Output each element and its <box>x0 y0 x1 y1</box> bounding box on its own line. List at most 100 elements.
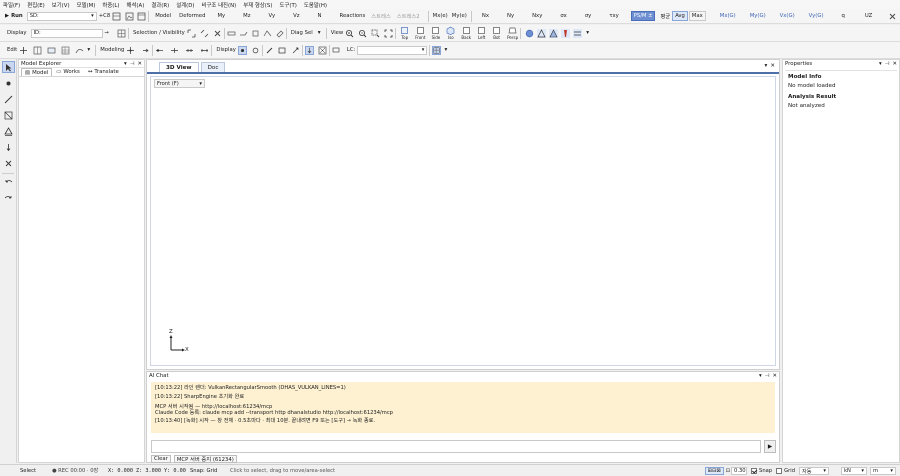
chevron-down-icon[interactable]: ▾ <box>879 61 882 67</box>
menu-view[interactable]: 보기(V) <box>52 1 70 9</box>
deselect-icon[interactable] <box>213 29 222 38</box>
nx-button[interactable]: Nx <box>480 11 491 22</box>
image-icon[interactable] <box>125 12 134 21</box>
close-icon[interactable]: ✕ <box>770 63 775 69</box>
model-view-button[interactable]: Model <box>153 11 173 22</box>
close-icon[interactable] <box>888 12 897 21</box>
run-case-field[interactable]: SD: ▾ <box>26 11 97 21</box>
uz-button[interactable]: UZ <box>863 11 874 22</box>
view-left-button[interactable]: Left <box>477 26 486 40</box>
display-id-field[interactable]: ID: <box>30 28 103 38</box>
tab-works[interactable]: ▭ Works <box>52 68 84 76</box>
pointer-icon[interactable] <box>2 61 15 73</box>
view-direction-dropdown[interactable]: Front (F) ▾ <box>154 79 205 88</box>
render-section-icon[interactable] <box>573 28 583 38</box>
show-icon[interactable] <box>239 29 248 38</box>
my-g-button[interactable]: My(G) <box>748 11 768 22</box>
avg-button[interactable]: Avg <box>672 11 688 21</box>
view-persp-button[interactable]: Persp <box>507 26 518 40</box>
vy-button[interactable]: Vy <box>267 11 278 22</box>
plate-icon[interactable] <box>47 46 56 55</box>
vx-g-button[interactable]: Vx(G) <box>778 11 797 22</box>
chevron-down-icon[interactable]: ▾ <box>759 373 762 379</box>
move-icon[interactable] <box>126 46 135 55</box>
menu-analysis[interactable]: 해석(A) <box>127 1 145 9</box>
table-view-icon[interactable] <box>432 45 442 55</box>
menu-edit[interactable]: 편집(E) <box>27 1 45 9</box>
max-button[interactable]: Max <box>688 11 706 21</box>
close-icon[interactable]: ✕ <box>892 61 897 67</box>
label-icon[interactable] <box>332 46 341 55</box>
vy-g-button[interactable]: Vy(G) <box>807 11 826 22</box>
menu-model[interactable]: 모델(M) <box>77 1 96 9</box>
grid-select-icon[interactable] <box>117 29 126 38</box>
rotate-icon[interactable] <box>141 46 150 55</box>
merge-icon[interactable] <box>200 46 209 55</box>
mx-g-button[interactable]: Mx(G) <box>718 11 738 22</box>
my-button[interactable]: My <box>215 11 227 22</box>
tab-translate[interactable]: ↔ Translate <box>84 68 123 76</box>
size-field[interactable]: 0.30 <box>731 467 748 475</box>
plate-tool-icon[interactable] <box>2 109 15 121</box>
principal-stress-button[interactable]: PS/M ± <box>630 11 656 21</box>
chat-input[interactable] <box>151 440 761 453</box>
grid-icon[interactable] <box>33 46 42 55</box>
view-front-button[interactable]: Front <box>415 26 425 40</box>
viewport-canvas[interactable]: Front (F) ▾ Z X <box>150 76 776 366</box>
zoom-out-icon[interactable] <box>358 29 367 38</box>
menu-member-shape[interactable]: 부재 형상(S) <box>243 1 272 9</box>
hide-icon[interactable] <box>227 29 236 38</box>
line-icon[interactable] <box>2 93 15 105</box>
render-texture-icon[interactable] <box>561 28 571 38</box>
view-bottom-button[interactable]: Bot <box>492 26 501 40</box>
pencil-icon[interactable] <box>265 46 274 55</box>
chevron-down-icon[interactable]: ▾ <box>583 29 592 38</box>
close-icon[interactable]: ✕ <box>772 373 777 379</box>
menu-design[interactable]: 설계(D) <box>176 1 194 9</box>
chevron-down-icon[interactable]: ▾ <box>84 46 93 55</box>
render-wire-icon[interactable] <box>549 28 559 38</box>
tab-3d-view[interactable]: 3D View <box>159 62 199 72</box>
display-circle-icon[interactable] <box>251 46 260 55</box>
n-button[interactable]: N <box>316 11 324 22</box>
redo-icon[interactable] <box>2 192 15 204</box>
zoom-window-icon[interactable] <box>371 29 380 38</box>
tab-doc[interactable]: Doc <box>200 62 226 72</box>
display-node-icon[interactable] <box>237 45 247 55</box>
tau-xy-button[interactable]: τxy <box>607 11 620 22</box>
chevron-down-icon[interactable]: ▾ <box>315 29 324 38</box>
zoom-in-icon[interactable] <box>345 29 354 38</box>
curve-icon[interactable] <box>75 46 84 55</box>
chevron-down-icon[interactable]: ▾ <box>441 46 450 55</box>
zoom-fit-icon[interactable] <box>384 29 393 38</box>
view-side-button[interactable]: Side <box>431 26 440 40</box>
my-e-button[interactable]: My(e) <box>450 11 469 22</box>
split-icon[interactable] <box>170 46 179 55</box>
render-warning-icon[interactable] <box>537 28 547 38</box>
mz-button[interactable]: Mz <box>241 11 252 22</box>
stress2-button[interactable]: 스트레스2 <box>395 11 422 22</box>
lc-select[interactable]: ▾ <box>357 45 428 55</box>
comb-button[interactable]: +C8 <box>97 11 113 22</box>
frame-icon[interactable] <box>278 46 287 55</box>
load-arrow-icon[interactable] <box>304 45 314 55</box>
grid-table-icon[interactable] <box>61 46 70 55</box>
undo-icon[interactable] <box>2 176 15 188</box>
load-icon[interactable] <box>2 141 15 153</box>
node-icon[interactable] <box>2 77 15 89</box>
isolate-icon[interactable] <box>251 29 260 38</box>
nxy-button[interactable]: Nxy <box>530 11 544 22</box>
menu-help[interactable]: 도움말(H) <box>304 1 327 9</box>
eraser-icon[interactable] <box>275 29 284 38</box>
menu-tools[interactable]: 도구(T) <box>279 1 296 9</box>
view-back-button[interactable]: Back <box>461 26 471 40</box>
select-all-icon[interactable] <box>187 29 196 38</box>
close-icon[interactable]: ✕ <box>137 61 142 67</box>
clear-button[interactable]: Clear <box>151 455 171 463</box>
reactions-button[interactable]: Reactions <box>338 11 368 22</box>
divide-icon[interactable] <box>185 46 194 55</box>
mx-e-button[interactable]: Mx(e) <box>431 11 450 22</box>
length-unit-select[interactable]: m ▾ <box>870 467 896 475</box>
sigma-x-button[interactable]: σx <box>558 11 569 22</box>
pin-icon[interactable]: ⊣ <box>130 61 135 67</box>
